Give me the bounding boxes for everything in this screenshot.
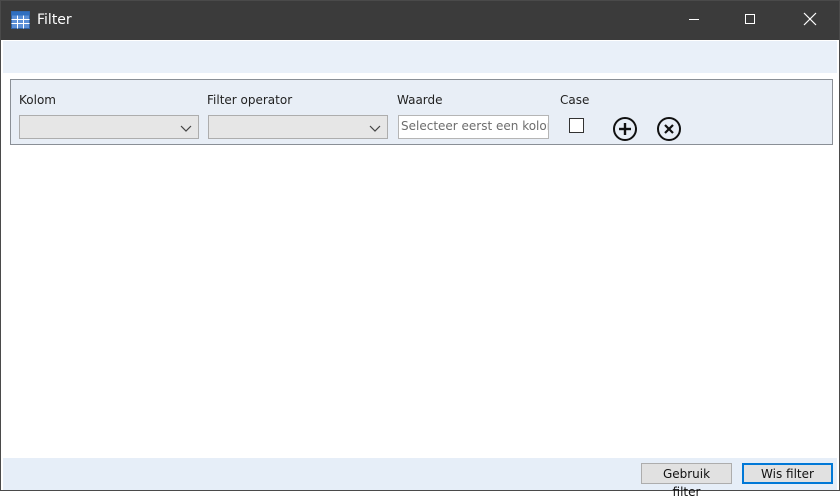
table-grid-icon: [11, 11, 30, 29]
minimize-icon: [688, 13, 700, 28]
maximize-icon: [744, 13, 756, 28]
apply-filter-button[interactable]: Gebruik filter: [641, 463, 732, 499]
x-circle-icon: [656, 117, 682, 145]
add-filter-button[interactable]: [612, 116, 638, 142]
filter-window: Filter Kolom Filter operator Waarde Case: [0, 0, 840, 499]
toolbar-band: [3, 41, 837, 73]
column-label: Kolom: [19, 93, 56, 107]
remove-filter-button[interactable]: [656, 116, 682, 142]
clear-filter-button[interactable]: Wis filter: [742, 463, 833, 484]
value-input[interactable]: Selecteer eerst een kolom: [398, 115, 549, 139]
maximize-button[interactable]: [727, 1, 773, 40]
close-button[interactable]: [787, 1, 833, 40]
chevron-down-icon: [369, 122, 381, 134]
window-title: Filter: [37, 12, 72, 28]
filter-row: Kolom Filter operator Waarde Case Select…: [10, 79, 833, 145]
operator-select[interactable]: [208, 115, 388, 139]
column-select[interactable]: [19, 115, 199, 139]
operator-label: Filter operator: [207, 93, 293, 107]
case-label: Case: [560, 93, 590, 107]
chevron-down-icon: [180, 122, 192, 134]
close-icon: [803, 12, 817, 29]
case-checkbox[interactable]: [569, 118, 584, 133]
title-bar[interactable]: Filter: [1, 1, 839, 40]
plus-circle-icon: [612, 117, 638, 145]
button-bar: Gebruik filter Wis filter: [3, 458, 837, 499]
value-label: Waarde: [397, 93, 443, 107]
minimize-button[interactable]: [671, 1, 717, 40]
